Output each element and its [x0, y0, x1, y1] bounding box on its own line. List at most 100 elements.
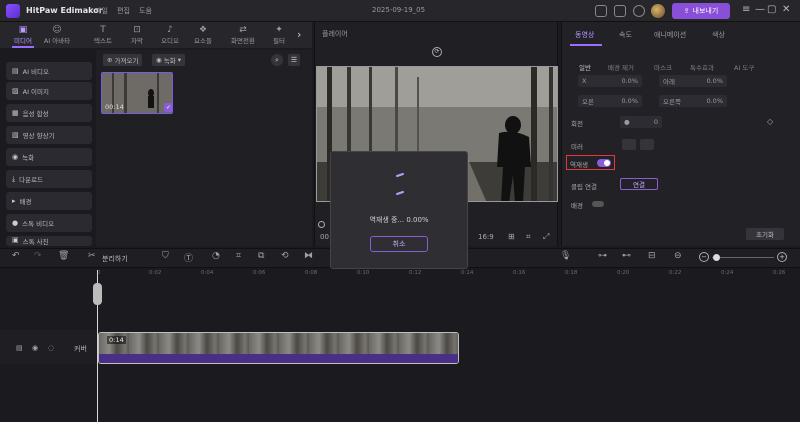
tab-media[interactable]: ▣ 미디어	[8, 22, 38, 48]
keyframe-icon[interactable]: ◇	[767, 117, 773, 126]
reset-button[interactable]: 초기화	[746, 228, 784, 240]
marker-icon[interactable]: ⛉	[162, 251, 169, 261]
rotate-tool-icon[interactable]: ⟲	[281, 251, 289, 261]
freeze-icon[interactable]: ⧉	[258, 251, 264, 261]
menu-edit[interactable]: 편집	[117, 6, 130, 16]
rtab-speed[interactable]: 속도	[619, 30, 632, 40]
chevron-right-icon[interactable]: ›	[297, 28, 301, 41]
menu-file[interactable]: 파일	[95, 6, 108, 16]
left-item-enhance[interactable]: ▧ 영상 향상기	[6, 126, 92, 144]
fullscreen-icon[interactable]: ⤢	[543, 232, 549, 242]
left-item-background[interactable]: ▸ 배경	[6, 192, 92, 210]
crop-icon[interactable]: ⌗	[526, 232, 531, 242]
split-track-icon[interactable]: ⊷	[622, 251, 631, 261]
left-item-download[interactable]: ⤓ 다운로드	[6, 170, 92, 188]
progress-text: 역재생 중... 0.00%	[369, 216, 429, 224]
right-panel	[561, 22, 800, 246]
track-visibility-icon[interactable]: ◉	[32, 344, 38, 352]
zoom-out-icon[interactable]: −	[699, 252, 709, 262]
subtab-effects[interactable]: 특수효과	[690, 62, 714, 72]
monitor-icon[interactable]	[595, 5, 607, 17]
crop-tool-icon[interactable]: ⌗	[236, 251, 241, 261]
redo-icon[interactable]: ↷	[34, 251, 42, 261]
list-view-icon[interactable]: ☰	[288, 54, 300, 66]
export-button[interactable]: ⇪ 내보내기	[672, 3, 730, 19]
tab-audio[interactable]: ♪ 오디오	[155, 22, 185, 48]
download-progress-icon[interactable]	[633, 5, 645, 17]
subtab-bg-remove[interactable]: 배경 제거	[608, 62, 634, 72]
media-icon: ▣	[18, 25, 28, 35]
tab-elements[interactable]: ❖ 요소들	[188, 22, 218, 48]
rtab-color[interactable]: 색상	[712, 30, 725, 40]
mirror-h-icon[interactable]	[622, 139, 636, 150]
playback-dot-icon[interactable]	[318, 221, 325, 228]
maximize-icon[interactable]: ▢	[767, 4, 776, 15]
left-item-stock-photo[interactable]: ▣ 스톡 사진	[6, 236, 92, 246]
track-mute-icon[interactable]: ◌	[48, 344, 54, 352]
field-w[interactable]: 오른쪽 0.0%	[659, 95, 727, 107]
undo-icon[interactable]: ↶	[12, 251, 20, 261]
rotate-handle-icon[interactable]: ⟳	[432, 47, 442, 57]
rtab-underline	[570, 44, 602, 46]
snap-icon[interactable]: ⊟	[648, 251, 656, 261]
close-icon[interactable]: ✕	[782, 4, 790, 15]
left-item-stock-video[interactable]: ● 스톡 비디오	[6, 214, 92, 232]
feedback-icon[interactable]	[614, 5, 626, 17]
stock-photo-icon: ▣	[12, 236, 19, 244]
track-lock-icon[interactable]: ▤	[16, 344, 23, 352]
delete-icon[interactable]: 🗑	[58, 251, 69, 261]
left-item-speech[interactable]: ▦ 음성 합성	[6, 104, 92, 122]
scissors-icon[interactable]: ✂	[88, 251, 96, 261]
left-item-label: 녹화	[22, 154, 35, 162]
zoom-in-icon[interactable]: +	[777, 252, 787, 262]
text-tool-icon[interactable]: Ⓣ	[184, 251, 193, 264]
tab-ai-avatar[interactable]: ☺ AI 아바타	[42, 22, 72, 48]
left-item-ai-video[interactable]: ▤ AI 비디오	[6, 62, 92, 80]
bg-toggle[interactable]	[592, 201, 604, 207]
mic-icon[interactable]: 🎙	[560, 251, 571, 261]
search-icon[interactable]: ⌕	[271, 54, 283, 66]
mirror-v-icon[interactable]	[640, 139, 654, 150]
aspect-ratio-select[interactable]: 16:9	[478, 233, 494, 241]
record-dropdown[interactable]: ◉ 녹화 ▾	[152, 54, 186, 66]
avatar[interactable]	[651, 4, 665, 18]
connect-button[interactable]: 연결	[620, 178, 658, 190]
link-icon[interactable]: ⊶	[598, 251, 607, 261]
tab-text[interactable]: T 텍스트	[88, 22, 118, 48]
track-toggle-icon[interactable]: ⊖	[674, 251, 682, 261]
import-button[interactable]: ⊕ 가져오기	[103, 54, 143, 66]
menu-help[interactable]: 도움	[139, 6, 152, 16]
menu-icon[interactable]: ≡	[742, 4, 750, 15]
mirror-tool-icon[interactable]: ⧓	[304, 251, 313, 261]
left-item-ai-image[interactable]: ▨ AI 이미지	[6, 82, 92, 100]
record-label: 녹화	[163, 57, 176, 65]
subtab-ai-tools[interactable]: AI 도구	[734, 62, 754, 72]
zoom-slider[interactable]	[712, 257, 774, 258]
subtab-mask[interactable]: 마스크	[654, 62, 672, 72]
ruler-tick-label: 0:10	[357, 270, 370, 276]
split-label[interactable]: 분리하기	[102, 254, 128, 264]
minimize-icon[interactable]: —	[755, 4, 765, 15]
left-item-record[interactable]: ◉ 녹화	[6, 148, 92, 166]
tab-label: 미디어	[14, 37, 32, 45]
rtab-video[interactable]: 동영상	[575, 30, 594, 40]
field-z-value: 0.0%	[621, 97, 638, 105]
media-thumbnail[interactable]: 00:14 ✓	[101, 72, 173, 114]
playhead-handle[interactable]	[93, 283, 102, 305]
speed-icon[interactable]: ◔	[212, 251, 220, 261]
ruler-tick-label: 0:24	[721, 270, 734, 276]
rotate-input[interactable]: ● 0	[620, 116, 662, 128]
tab-filter[interactable]: ✦ 필터	[264, 22, 294, 48]
tab-transition[interactable]: ⇄ 화면전환	[228, 22, 258, 48]
player-label: 플레이어	[322, 30, 348, 38]
timeline-clip[interactable]: 0:14	[98, 332, 459, 364]
snapshot-icon[interactable]: ⊞	[508, 232, 515, 241]
rtab-animation[interactable]: 애니메이션	[654, 30, 686, 40]
zoom-slider-handle[interactable]	[713, 254, 720, 261]
field-z[interactable]: 오른 0.0%	[578, 95, 642, 107]
field-x[interactable]: X 0.0%	[578, 75, 642, 87]
cancel-button[interactable]: 취소	[370, 236, 428, 252]
tab-subtitle[interactable]: ⊡ 자막	[122, 22, 152, 48]
subtab-general[interactable]: 일반	[579, 62, 591, 72]
field-y[interactable]: 아래 0.0%	[659, 75, 727, 87]
